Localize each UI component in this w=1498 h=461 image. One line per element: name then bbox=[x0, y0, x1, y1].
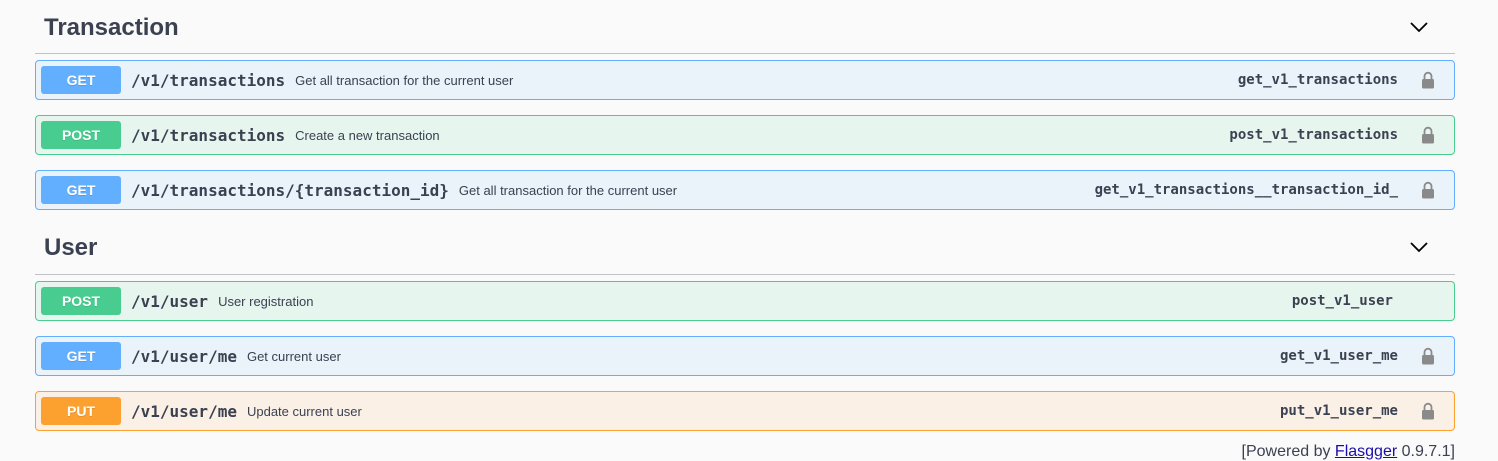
tag-title: Transaction bbox=[44, 13, 179, 41]
footer-suffix: 0.9.7.1] bbox=[1397, 443, 1455, 460]
lock-icon[interactable] bbox=[1418, 346, 1438, 366]
operation-row[interactable]: PUT /v1/user/me Update current user put_… bbox=[35, 391, 1455, 431]
powered-by-footer: [Powered by Flasgger 0.9.7.1] bbox=[1242, 443, 1455, 461]
operation-row[interactable]: GET /v1/transactions/{transaction_id} Ge… bbox=[35, 170, 1455, 210]
method-badge: POST bbox=[41, 121, 121, 149]
method-badge: GET bbox=[41, 342, 121, 370]
chevron-down-icon[interactable] bbox=[1409, 237, 1429, 257]
operation-summary: Update current user bbox=[246, 403, 362, 419]
footer-prefix: [Powered by bbox=[1241, 443, 1335, 460]
flasgger-link[interactable]: Flasgger bbox=[1335, 443, 1397, 460]
operation-row[interactable]: POST /v1/transactions Create a new trans… bbox=[35, 115, 1455, 155]
operation-summary: User registration bbox=[218, 293, 314, 309]
operation-path: /v1/user/me bbox=[131, 346, 237, 366]
tag-header-transaction[interactable]: Transaction bbox=[35, 0, 1455, 54]
tag-title: User bbox=[44, 234, 98, 261]
operation-summary: Get current user bbox=[246, 348, 341, 364]
method-badge: GET bbox=[41, 176, 121, 204]
tag-header-user[interactable]: User bbox=[35, 220, 1455, 275]
operation-summary: Get all transaction for the current user bbox=[295, 72, 514, 88]
operation-path: /v1/user bbox=[131, 291, 209, 311]
operation-path: /v1/transactions/{transaction_id} bbox=[131, 180, 449, 200]
operation-row[interactable]: POST /v1/user User registration post_v1_… bbox=[35, 281, 1455, 321]
lock-icon[interactable] bbox=[1418, 180, 1438, 200]
method-badge: POST bbox=[41, 287, 121, 315]
lock-icon[interactable] bbox=[1418, 125, 1438, 145]
operation-id: get_v1_user_me bbox=[1279, 348, 1398, 364]
chevron-down-icon[interactable] bbox=[1409, 17, 1429, 37]
operation-id: put_v1_user_me bbox=[1279, 403, 1398, 419]
lock-icon[interactable] bbox=[1418, 70, 1438, 90]
method-badge: GET bbox=[41, 66, 121, 94]
operation-row[interactable]: GET /v1/transactions Get all transaction… bbox=[35, 60, 1455, 100]
method-badge: PUT bbox=[41, 397, 121, 425]
operation-path: /v1/transactions bbox=[131, 70, 286, 90]
operation-summary: Create a new transaction bbox=[295, 127, 440, 143]
operation-id: post_v1_transactions bbox=[1229, 127, 1398, 143]
operation-id: get_v1_transactions__transaction_id_ bbox=[1094, 182, 1398, 198]
swagger-operations: Transaction GET /v1/transactions Get all… bbox=[35, 0, 1455, 431]
operation-path: /v1/user/me bbox=[131, 401, 237, 421]
operation-id: post_v1_user bbox=[1291, 293, 1393, 309]
operation-id: get_v1_transactions bbox=[1237, 72, 1398, 88]
operation-path: /v1/transactions bbox=[131, 125, 286, 145]
operation-row[interactable]: GET /v1/user/me Get current user get_v1_… bbox=[35, 336, 1455, 376]
lock-icon[interactable] bbox=[1418, 401, 1438, 421]
operation-summary: Get all transaction for the current user bbox=[458, 182, 678, 198]
